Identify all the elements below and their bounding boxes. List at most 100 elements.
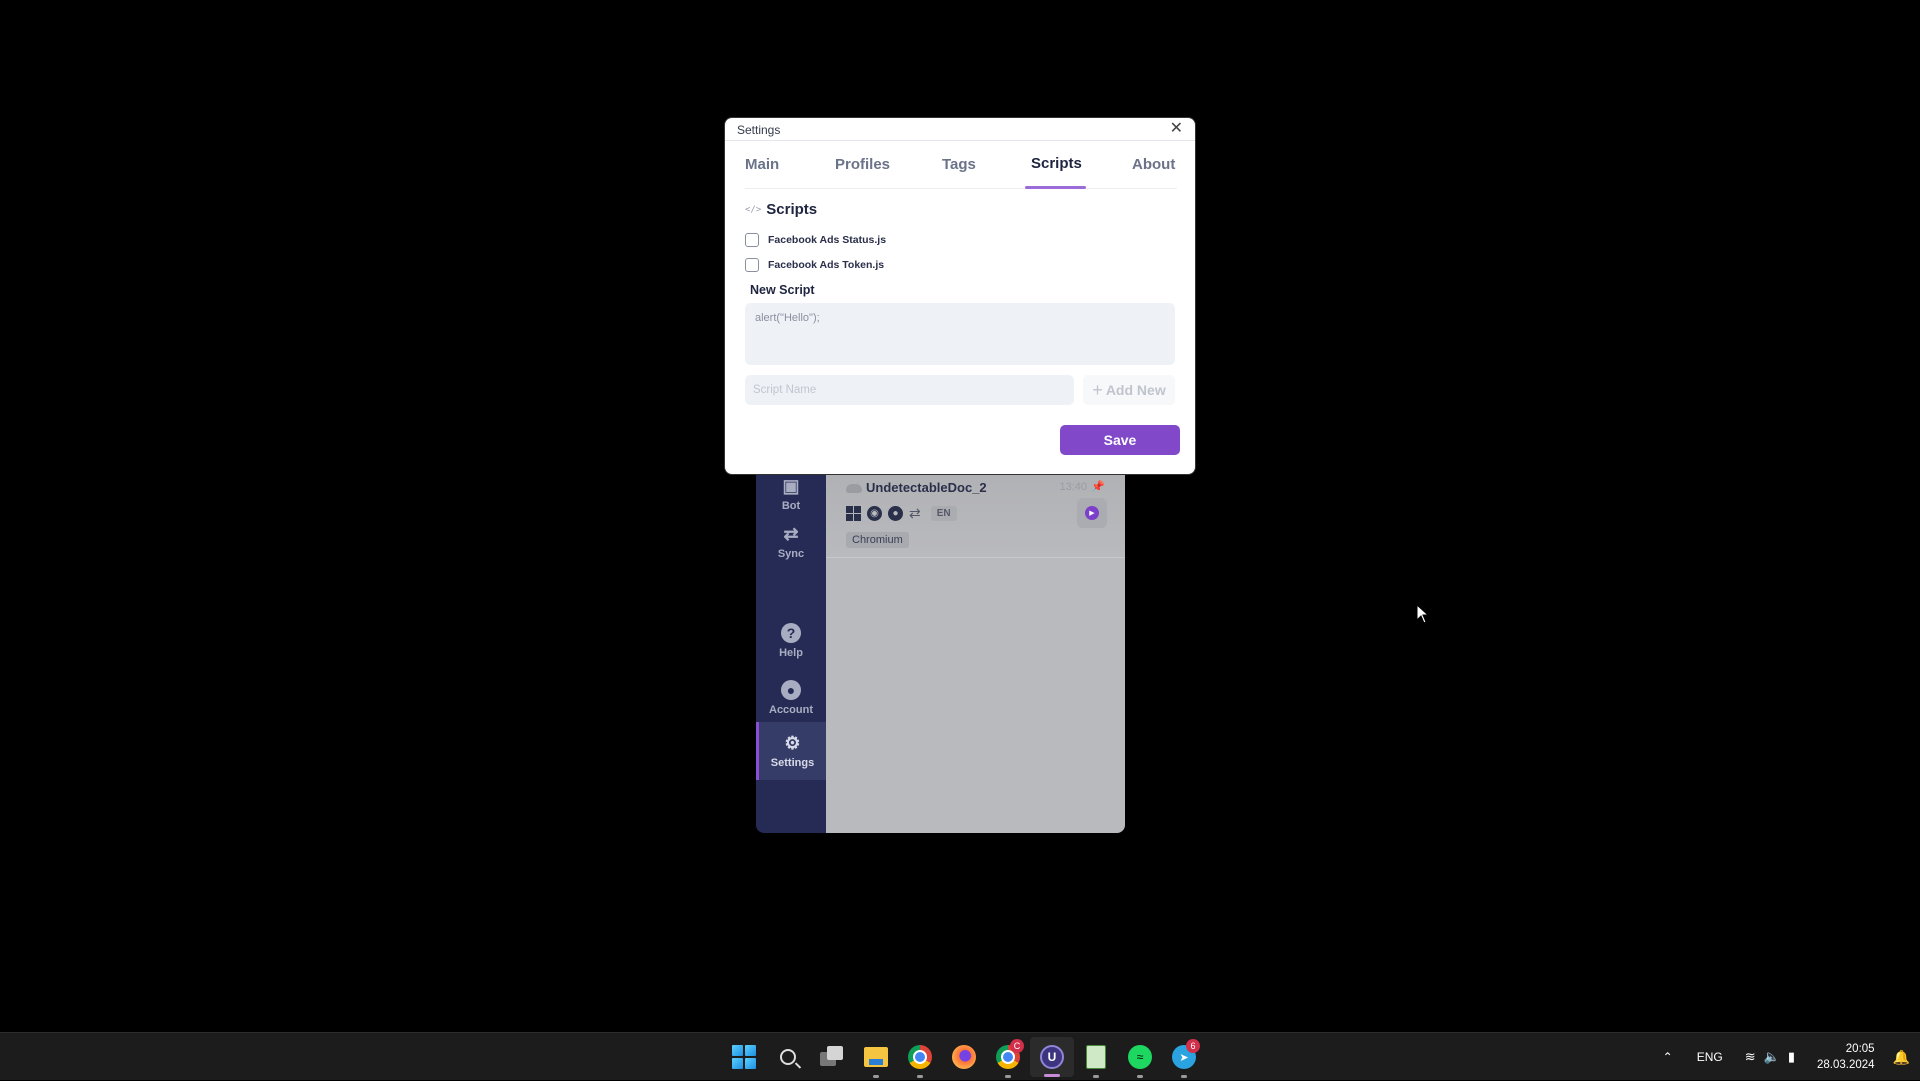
tab-about[interactable]: About	[1132, 156, 1175, 173]
sidebar-item-sync[interactable]: ⇄ Sync	[756, 514, 826, 570]
taskbar-chrome[interactable]	[898, 1033, 942, 1081]
running-indicator	[873, 1075, 879, 1078]
volume-icon[interactable]: 🔈	[1764, 1049, 1780, 1065]
start-profile-button[interactable]: ▶	[1077, 498, 1107, 528]
gear-icon: ⚙	[784, 732, 801, 753]
sidebar-item-label: Account	[769, 704, 813, 716]
sidebar-item-label: Sync	[777, 548, 805, 560]
plus-icon: +	[1092, 379, 1103, 400]
globe-icon: ●	[888, 506, 903, 521]
chrome-icon	[908, 1045, 932, 1069]
browser-tag: Chromium	[846, 532, 909, 548]
chevron-up-icon[interactable]: ⌃	[1663, 1050, 1673, 1064]
clock-date: 28.03.2024	[1817, 1059, 1875, 1071]
sidebar-item-help[interactable]: ? Help	[756, 613, 826, 669]
wifi-icon[interactable]: ≋	[1745, 1049, 1756, 1065]
profile-icons: ◉ ● ⇄ EN	[846, 505, 957, 522]
scripts-section-header: </> Scripts	[745, 201, 817, 218]
script-item: Facebook Ads Status.js	[745, 233, 886, 247]
chrome-icon: ◉	[867, 506, 882, 521]
sidebar-item-settings[interactable]: ⚙ Settings	[756, 722, 826, 780]
taskbar-chrome-profile[interactable]: C	[986, 1033, 1030, 1081]
dialog-titlebar: Settings ✕	[725, 118, 1195, 141]
taskbar-search[interactable]	[766, 1033, 810, 1081]
task-view-icon	[820, 1046, 844, 1068]
taskbar: C U ≈ ➤ 6 ⌃ ENG ≋ 🔈 ▮ 20:05 28.03.2024 🔔	[0, 1032, 1920, 1080]
taskbar-telegram[interactable]: ➤ 6	[1162, 1033, 1206, 1081]
folder-icon	[864, 1047, 888, 1067]
add-new-label: Add New	[1105, 382, 1166, 398]
taskbar-file-explorer[interactable]	[854, 1033, 898, 1081]
robot-icon: ▣	[782, 475, 800, 496]
section-title: Scripts	[766, 201, 818, 218]
running-indicator	[1093, 1075, 1099, 1078]
tab-profiles[interactable]: Profiles	[835, 156, 890, 173]
sidebar-item-label: Settings	[770, 757, 815, 769]
taskbar-task-view[interactable]	[810, 1033, 854, 1081]
save-button[interactable]: Save	[1060, 425, 1180, 455]
code-icon: </>	[745, 204, 762, 215]
undetectable-app-window: ▣ Bot ⇄ Sync ? Help ● Account ⚙ Settings	[756, 470, 1125, 833]
app-sidebar: ▣ Bot ⇄ Sync ? Help ● Account ⚙ Settings	[756, 470, 826, 833]
play-icon: ▶	[1085, 506, 1099, 520]
tab-tags[interactable]: Tags	[942, 156, 976, 173]
running-indicator	[917, 1075, 923, 1078]
help-icon: ?	[781, 623, 801, 643]
cloud-icon	[846, 484, 862, 493]
sync-icon: ⇄	[783, 523, 799, 544]
taskbar-spotify[interactable]: ≈	[1118, 1033, 1162, 1081]
running-indicator	[1137, 1075, 1143, 1078]
sidebar-item-account[interactable]: ● Account	[756, 670, 826, 726]
script-name-input[interactable]	[745, 375, 1074, 405]
windows-icon	[846, 506, 861, 521]
settings-tabs: Main Profiles Tags Scripts About	[745, 141, 1177, 189]
battery-icon[interactable]: ▮	[1788, 1049, 1795, 1065]
tab-main[interactable]: Main	[745, 156, 779, 173]
notepad-icon	[1086, 1045, 1106, 1069]
active-tab-indicator	[1025, 186, 1086, 189]
firefox-icon	[952, 1045, 976, 1069]
language-badge: EN	[930, 506, 957, 521]
close-icon[interactable]: ✕	[1170, 121, 1183, 137]
taskbar-undetectable[interactable]: U	[1030, 1037, 1074, 1077]
taskbar-apps: C U ≈ ➤ 6	[722, 1033, 1206, 1081]
profile-name: UndetectableDoc_2	[866, 480, 987, 495]
profile-row[interactable]: UndetectableDoc_2 13:40 📌 ◉ ● ⇄ EN Chrom…	[826, 470, 1125, 558]
taskbar-firefox[interactable]	[942, 1033, 986, 1081]
input-language[interactable]: ENG	[1697, 1050, 1723, 1064]
notification-bell-icon[interactable]: 🔔	[1893, 1049, 1910, 1066]
app-content: UndetectableDoc_2 13:40 📌 ◉ ● ⇄ EN Chrom…	[826, 470, 1125, 833]
clock[interactable]: 20:05 28.03.2024	[1817, 1041, 1875, 1073]
clock-time: 20:05	[1845, 1043, 1875, 1055]
running-indicator	[1044, 1074, 1060, 1077]
profile-time: 13:40	[1059, 481, 1087, 493]
tab-scripts[interactable]: Scripts	[1031, 155, 1082, 172]
notification-badge: 6	[1186, 1039, 1200, 1053]
script-name[interactable]: Facebook Ads Status.js	[768, 234, 886, 246]
add-new-button[interactable]: + Add New	[1083, 375, 1175, 405]
script-checkbox[interactable]	[745, 233, 759, 247]
taskbar-notepad[interactable]	[1074, 1033, 1118, 1081]
script-code-textarea[interactable]	[745, 303, 1175, 365]
new-script-label: New Script	[750, 283, 815, 297]
system-tray: ⌃ ENG ≋ 🔈 ▮ 20:05 28.03.2024 🔔	[1663, 1033, 1920, 1081]
settings-dialog: Settings ✕ Main Profiles Tags Scripts Ab…	[725, 118, 1195, 474]
sidebar-item-label: Help	[779, 647, 803, 659]
desktop: ▣ Bot ⇄ Sync ? Help ● Account ⚙ Settings	[0, 0, 1920, 1032]
search-icon	[780, 1049, 796, 1065]
spotify-icon: ≈	[1128, 1045, 1152, 1069]
undetectable-icon: U	[1040, 1045, 1064, 1069]
script-name[interactable]: Facebook Ads Token.js	[768, 259, 884, 271]
sidebar-item-label: Bot	[781, 500, 801, 512]
dialog-title: Settings	[737, 123, 781, 137]
windows-start-icon	[732, 1045, 756, 1069]
pin-icon[interactable]: 📌	[1091, 480, 1105, 493]
account-icon: ●	[781, 680, 801, 700]
swap-icon: ⇄	[909, 505, 921, 521]
taskbar-start[interactable]	[722, 1033, 766, 1081]
script-item: Facebook Ads Token.js	[745, 258, 884, 272]
running-indicator	[1005, 1075, 1011, 1078]
running-indicator	[1181, 1075, 1187, 1078]
notification-badge: C	[1010, 1039, 1024, 1053]
script-checkbox[interactable]	[745, 258, 759, 272]
